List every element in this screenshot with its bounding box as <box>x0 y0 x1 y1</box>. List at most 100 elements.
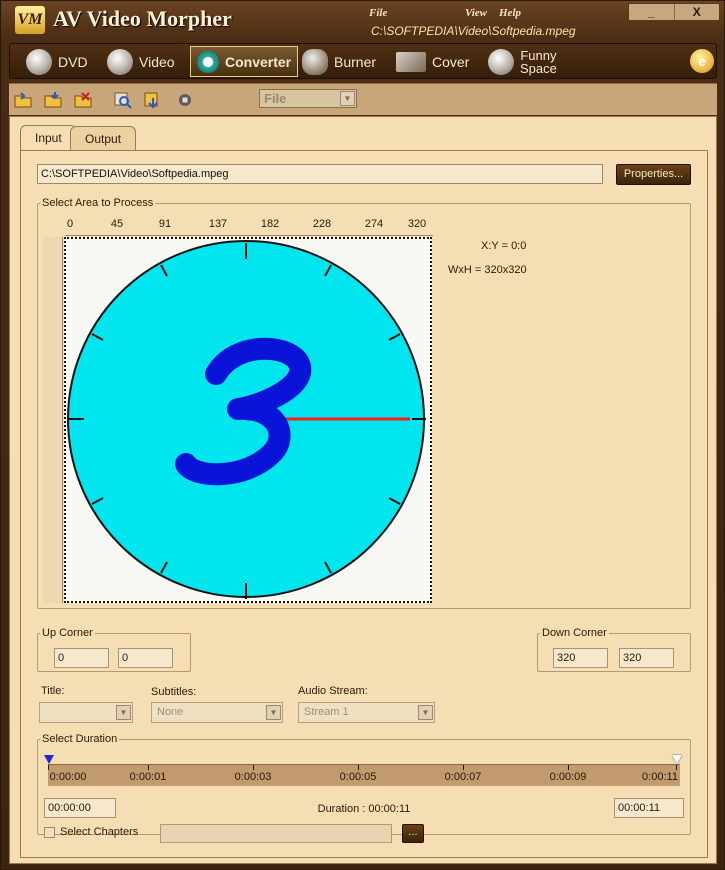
ruler-tick: 182 <box>260 218 280 230</box>
properties-button[interactable]: Properties... <box>616 164 691 185</box>
select-area-legend: Select Area to Process <box>42 197 154 209</box>
timeline-label: 0:00:05 <box>339 771 377 783</box>
end-marker-icon[interactable] <box>672 755 682 764</box>
chevron-down-icon: ▼ <box>266 705 281 720</box>
app-window: VM AV Video Morpher File View Help C:\SO… <box>0 0 725 870</box>
dvd-disc-icon <box>26 48 52 75</box>
tab-input[interactable]: Input <box>20 125 77 152</box>
app-title: AV Video Morpher <box>53 6 232 31</box>
subtitles-select-value: None <box>157 706 184 718</box>
cover-icon <box>396 51 426 72</box>
timeline-label: 0:00:07 <box>444 771 482 783</box>
menu-view[interactable]: View <box>465 7 487 19</box>
select-duration-legend: Select Duration <box>42 733 118 745</box>
file-combo-value: File <box>264 91 287 106</box>
open-folder-icon[interactable] <box>13 90 33 110</box>
wh-readout: WxH = 320x320 <box>448 264 527 276</box>
window-controls: _ X <box>628 3 720 21</box>
chevron-down-icon: ▼ <box>340 91 355 106</box>
nav-tab-label: DVD <box>58 53 88 70</box>
audio-stream-label: Audio Stream: <box>298 685 368 697</box>
down-corner-legend: Down Corner <box>542 627 607 639</box>
toolbar: File ▼ <box>9 83 717 115</box>
timeline-tick <box>676 765 677 770</box>
current-file-path: C:\SOFTPEDIA\Video\Softpedia.mpeg <box>371 24 576 38</box>
ruler-tick: 45 <box>110 218 124 230</box>
ruler-tick: 91 <box>158 218 172 230</box>
chapters-field[interactable] <box>160 824 392 843</box>
timeline-tick <box>48 765 49 770</box>
nav-tab-cover[interactable]: Cover <box>396 46 469 77</box>
minimize-button[interactable]: _ <box>629 4 675 20</box>
chevron-down-icon: ▼ <box>116 705 131 720</box>
up-corner-legend: Up Corner <box>42 627 93 639</box>
ruler-tick: 274 <box>364 218 384 230</box>
nav-tab-video[interactable]: Video <box>107 46 175 77</box>
down-corner-y-field[interactable]: 320 <box>619 648 674 668</box>
xy-readout: X:Y = 0:0 <box>481 240 527 252</box>
nav-tab-dvd[interactable]: DVD <box>26 46 88 77</box>
tab-output[interactable]: Output <box>70 126 137 151</box>
converter-panel: Input Output C:\SOFTPEDIA\Video\Softpedi… <box>9 116 717 864</box>
export-icon[interactable] <box>143 90 163 110</box>
nav-tab-label: Cover <box>432 53 470 70</box>
timeline-label: 0:00:11 <box>642 771 678 783</box>
duration-timeline[interactable]: 0:00:00 0:00:01 0:00:03 0:00:05 0:00:07 … <box>48 764 680 786</box>
timeline-tick <box>568 765 569 770</box>
timeline-tick <box>148 765 149 770</box>
browse-chapters-button[interactable]: ... <box>402 824 424 843</box>
end-time-field[interactable]: 00:00:11 <box>614 798 684 818</box>
converter-icon <box>197 50 219 73</box>
title-bar: VM AV Video Morpher File View Help C:\SO… <box>1 1 725 39</box>
nav-tab-converter[interactable]: Converter <box>190 46 299 77</box>
nav-tab-burner[interactable]: Burner <box>302 46 376 77</box>
audio-stream-select-value: Stream 1 <box>304 706 349 718</box>
input-path-field[interactable]: C:\SOFTPEDIA\Video\Softpedia.mpeg <box>37 164 603 184</box>
ruler-tick: 137 <box>208 218 228 230</box>
nav-tab-label: Video <box>139 53 175 70</box>
video-disc-icon <box>107 48 133 75</box>
zoom-icon[interactable] <box>113 90 133 110</box>
nav-tab-funny-space[interactable]: Funny Space <box>488 46 557 77</box>
funny-space-icon <box>488 48 514 75</box>
subtitles-label: Subtitles: <box>151 686 197 698</box>
input-tab-pane: C:\SOFTPEDIA\Video\Softpedia.mpeg Proper… <box>20 150 708 858</box>
title-label: Title: <box>41 685 65 697</box>
timeline-tick <box>253 765 254 770</box>
close-button[interactable]: X <box>675 4 720 20</box>
menu-file[interactable]: File <box>369 7 387 19</box>
app-logo-icon: VM <box>15 6 45 34</box>
up-corner-x-field[interactable]: 0 <box>54 648 109 668</box>
timeline-tick <box>463 765 464 770</box>
start-marker-icon[interactable] <box>44 755 54 764</box>
nav-tab-label-group: Funny Space <box>520 49 557 75</box>
chevron-down-icon: ▼ <box>418 705 433 720</box>
area-select-canvas[interactable] <box>64 237 432 603</box>
title-select[interactable]: ▼ <box>39 702 133 723</box>
down-corner-x-field[interactable]: 320 <box>553 648 608 668</box>
save-icon[interactable] <box>43 90 63 110</box>
help-icon[interactable]: e <box>690 49 714 73</box>
timeline-tick <box>358 765 359 770</box>
select-chapters-label: Select Chapters <box>60 826 139 838</box>
timeline-label: 0:00:03 <box>234 771 272 783</box>
clear-icon[interactable] <box>73 90 93 110</box>
menu-help[interactable]: Help <box>499 7 521 19</box>
file-combo[interactable]: File ▼ <box>259 89 357 108</box>
timeline-label: 0:00:01 <box>129 771 167 783</box>
nav-tab-label-line2: Space <box>520 60 557 76</box>
subtitles-select[interactable]: None ▼ <box>151 702 283 723</box>
audio-stream-select[interactable]: Stream 1 ▼ <box>298 702 435 723</box>
ruler-tick: 0 <box>67 218 74 230</box>
vertical-ruler <box>43 237 63 603</box>
timeline-label: 0:00:09 <box>549 771 587 783</box>
select-chapters-checkbox[interactable] <box>44 827 55 838</box>
stop-icon[interactable] <box>175 90 195 110</box>
timeline-label: 0:00:00 <box>49 771 87 783</box>
main-nav-bar: DVD Video Converter Burner Cover Funny S… <box>9 43 717 79</box>
ruler-tick: 228 <box>312 218 332 230</box>
up-corner-y-field[interactable]: 0 <box>118 648 173 668</box>
nav-tab-label: Burner <box>334 53 377 70</box>
nav-tab-label: Converter <box>225 53 292 70</box>
duration-label: Duration : 00:00:11 <box>317 803 411 815</box>
